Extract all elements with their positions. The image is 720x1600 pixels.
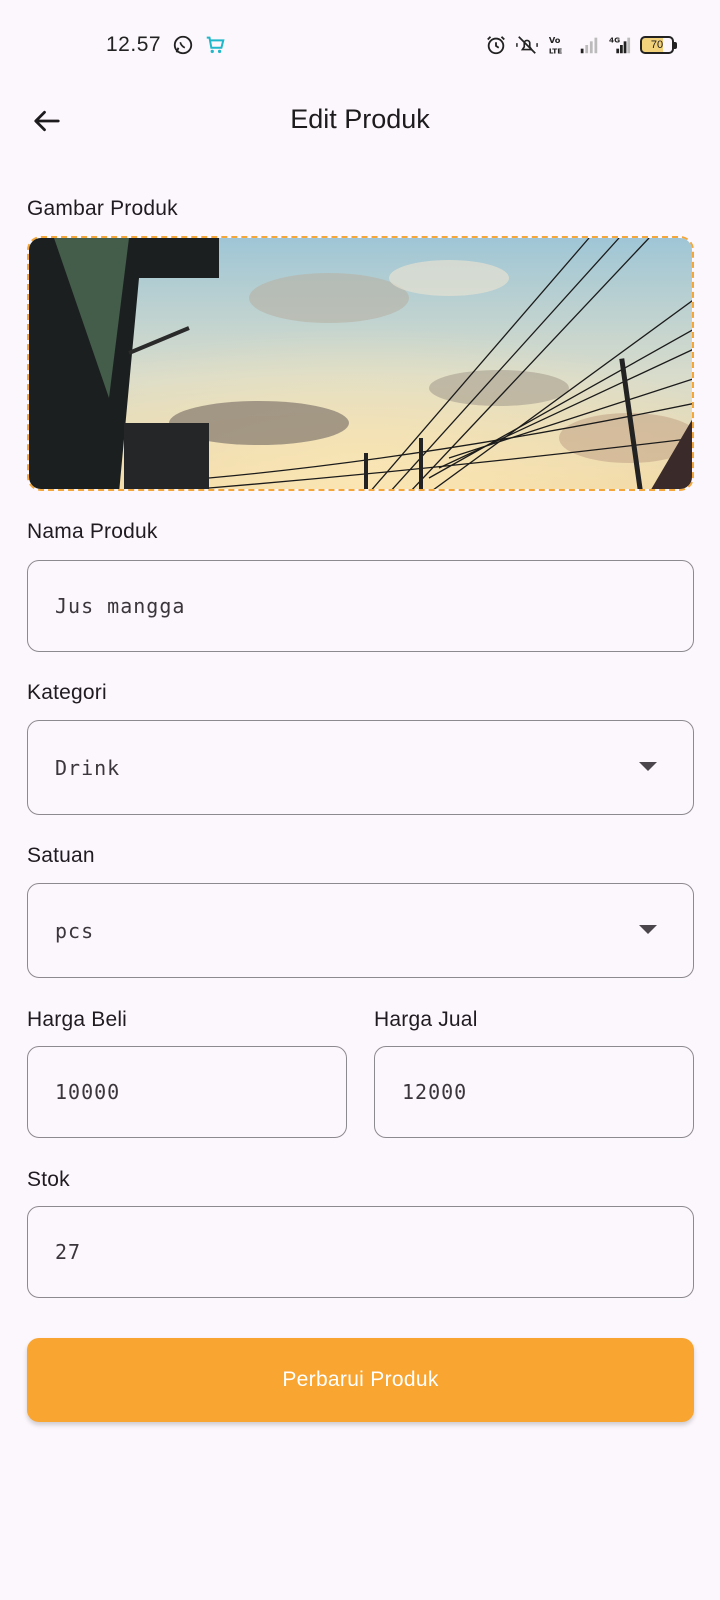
dropdown-arrow-icon <box>639 925 657 934</box>
stock-label: Stok <box>27 1168 70 1191</box>
status-left-icons <box>172 34 226 56</box>
status-time: 12.57 <box>106 33 162 56</box>
buy-price-label: Harga Beli <box>27 1008 128 1031</box>
battery-icon: 70 <box>640 36 677 54</box>
dropdown-arrow-icon <box>639 762 657 771</box>
cart-app-icon <box>206 36 225 54</box>
unit-value: pcs <box>55 918 95 943</box>
4g-signal-icon: 4G <box>609 35 631 54</box>
stock-input[interactable]: 27 <box>27 1206 694 1298</box>
update-product-label: Perbarui Produk <box>282 1368 439 1391</box>
product-name-input[interactable]: Jus mangga <box>27 560 694 652</box>
svg-text:LTE: LTE <box>549 46 562 55</box>
category-label: Kategori <box>27 681 107 704</box>
name-label: Nama Produk <box>27 520 158 543</box>
battery-level: 70 <box>650 39 664 51</box>
vibrate-icon <box>516 36 538 54</box>
page-title: Edit Produk <box>290 104 430 134</box>
svg-text:Vo: Vo <box>549 35 561 45</box>
status-bar: 12.57 Vo LTE 4G 70 <box>0 0 720 92</box>
image-label: Gambar Produk <box>27 197 178 220</box>
buy-price-value: 10000 <box>55 1080 121 1104</box>
update-product-button[interactable]: Perbarui Produk <box>27 1338 694 1422</box>
category-value: Drink <box>55 755 121 780</box>
volte-icon: Vo LTE <box>549 35 562 55</box>
app-bar: Edit Produk <box>0 92 720 150</box>
stock-value: 27 <box>55 1240 82 1264</box>
whatsapp-icon <box>173 35 193 55</box>
product-image[interactable] <box>27 236 694 491</box>
category-dropdown[interactable]: Drink <box>27 720 694 815</box>
sell-price-input[interactable]: 12000 <box>374 1046 694 1138</box>
product-photo <box>29 238 692 489</box>
alarm-icon <box>487 36 505 55</box>
buy-price-input[interactable]: 10000 <box>27 1046 347 1138</box>
unit-dropdown[interactable]: pcs <box>27 883 694 978</box>
sell-price-label: Harga Jual <box>374 1008 478 1031</box>
unit-label: Satuan <box>27 844 95 867</box>
product-name-value: Jus mangga <box>55 594 186 618</box>
svg-text:4G: 4G <box>609 35 620 44</box>
sell-price-value: 12000 <box>402 1080 468 1104</box>
status-right-icons: Vo LTE 4G 70 <box>485 34 677 56</box>
signal-icon <box>580 37 598 54</box>
